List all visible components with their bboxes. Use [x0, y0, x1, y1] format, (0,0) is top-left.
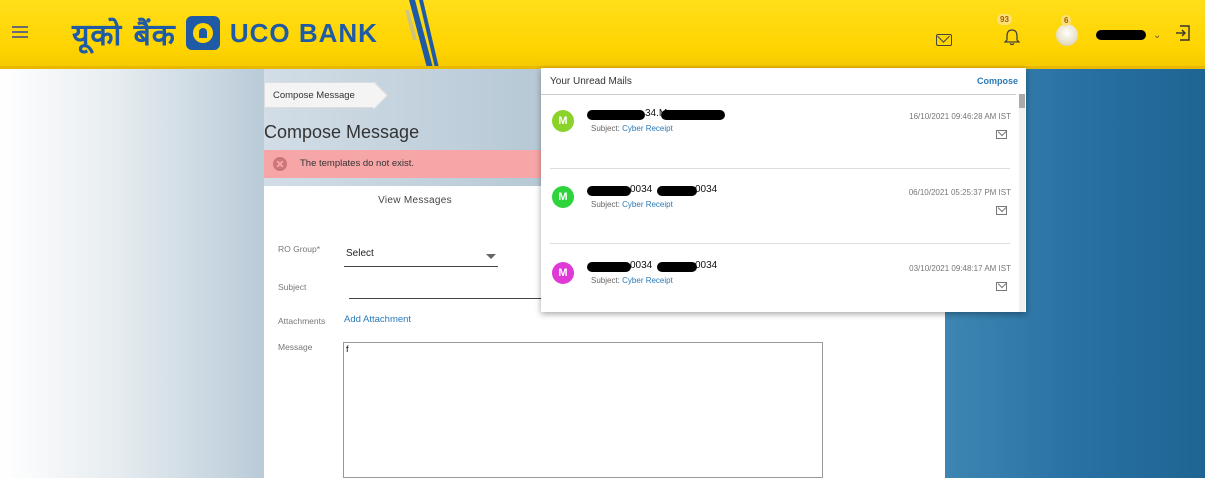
divider [541, 94, 1016, 95]
top-header: यूको बैंक UCO BANK 93 6 ⌄ [0, 0, 1205, 68]
sender-initial-avatar: M [552, 262, 574, 284]
sender-redacted [587, 186, 631, 196]
mail-subject: Subject: Cyber Receipt [591, 276, 673, 285]
mail-item[interactable]: M 34.M Subject: Cyber Receipt 16/10/2021… [541, 100, 1011, 174]
user-name-redacted[interactable] [1096, 30, 1146, 40]
ro-group-label: RO Group* [278, 244, 321, 254]
subject-prefix: Subject: [591, 276, 620, 285]
sender-text: 0034 [630, 184, 653, 195]
menu-icon[interactable] [12, 26, 28, 40]
sender-redacted [661, 110, 725, 120]
alert-message: The templates do not exist. [300, 158, 415, 169]
sender-redacted [587, 110, 645, 120]
bell-icon[interactable] [1004, 28, 1020, 46]
envelope-small-icon[interactable] [996, 282, 1007, 291]
close-circle-icon[interactable] [273, 157, 287, 171]
logo-stripe-graphic [405, 0, 439, 68]
sender-redacted [657, 186, 697, 196]
attachments-label: Attachments [278, 316, 326, 326]
select-underline [344, 266, 498, 267]
logo-hindi-text: यूको बैंक [72, 17, 176, 53]
sender-initial-avatar: M [552, 186, 574, 208]
mail-item[interactable]: M 0034 0034 Subject: Cyber Receipt 03/10… [541, 252, 1011, 326]
subject-input[interactable] [349, 298, 549, 299]
message-label: Message [278, 342, 313, 352]
background-left [0, 68, 264, 478]
logout-icon[interactable] [1174, 24, 1192, 42]
mail-subject-value[interactable]: Cyber Receipt [622, 276, 673, 285]
message-textarea[interactable]: f [343, 342, 823, 478]
divider [550, 168, 1010, 169]
bank-logo[interactable]: यूको बैंक UCO BANK [72, 8, 378, 58]
sender-redacted [657, 262, 697, 272]
logo-english-text: UCO BANK [229, 17, 378, 48]
mail-timestamp: 16/10/2021 09:46:28 AM IST [909, 112, 1011, 121]
chevron-down-icon[interactable]: ⌄ [1153, 30, 1161, 41]
logo-emblem-icon [185, 16, 220, 50]
mail-subject-value[interactable]: Cyber Receipt [622, 124, 673, 133]
subject-prefix: Subject: [591, 200, 620, 209]
subject-prefix: Subject: [591, 124, 620, 133]
breadcrumb[interactable]: Compose Message [264, 82, 376, 108]
page-title: Compose Message [264, 122, 420, 142]
sender-text: 0034 [695, 260, 718, 271]
add-attachment-link[interactable]: Add Attachment [344, 314, 411, 325]
notification-count-badge: 93 [997, 14, 1012, 25]
scrollbar[interactable] [1019, 94, 1025, 312]
tab-view-messages[interactable]: View Messages [264, 186, 566, 216]
unread-mails-dropdown: Your Unread Mails Compose M 34.M Subject… [541, 68, 1026, 312]
sender-redacted [587, 262, 631, 272]
sender-text: 0034 [630, 260, 653, 271]
mail-subject-value[interactable]: Cyber Receipt [622, 200, 673, 209]
mail-item[interactable]: M 0034 0034 Subject: Cyber Receipt 06/10… [541, 176, 1011, 250]
envelope-small-icon[interactable] [996, 206, 1007, 215]
sender-initial-avatar: M [552, 110, 574, 132]
mail-subject: Subject: Cyber Receipt [591, 200, 673, 209]
scrollbar-thumb[interactable] [1019, 94, 1025, 108]
envelope-small-icon[interactable] [996, 130, 1007, 139]
subject-label: Subject [278, 282, 307, 292]
mail-timestamp: 03/10/2021 09:48:17 AM IST [909, 264, 1011, 273]
mail-timestamp: 06/10/2021 05:25:37 PM IST [908, 188, 1011, 197]
caret-down-icon[interactable] [486, 254, 496, 259]
error-alert: The templates do not exist. [264, 150, 542, 178]
ro-group-select-value[interactable]: Select [346, 248, 374, 259]
divider [550, 243, 1010, 244]
sender-text: 0034 [695, 184, 718, 195]
mail-subject: Subject: Cyber Receipt [591, 124, 673, 133]
compose-link[interactable]: Compose [977, 76, 1018, 86]
avatar[interactable] [1056, 24, 1078, 46]
dropdown-title: Your Unread Mails [550, 76, 632, 87]
mail-icon[interactable] [936, 34, 952, 46]
